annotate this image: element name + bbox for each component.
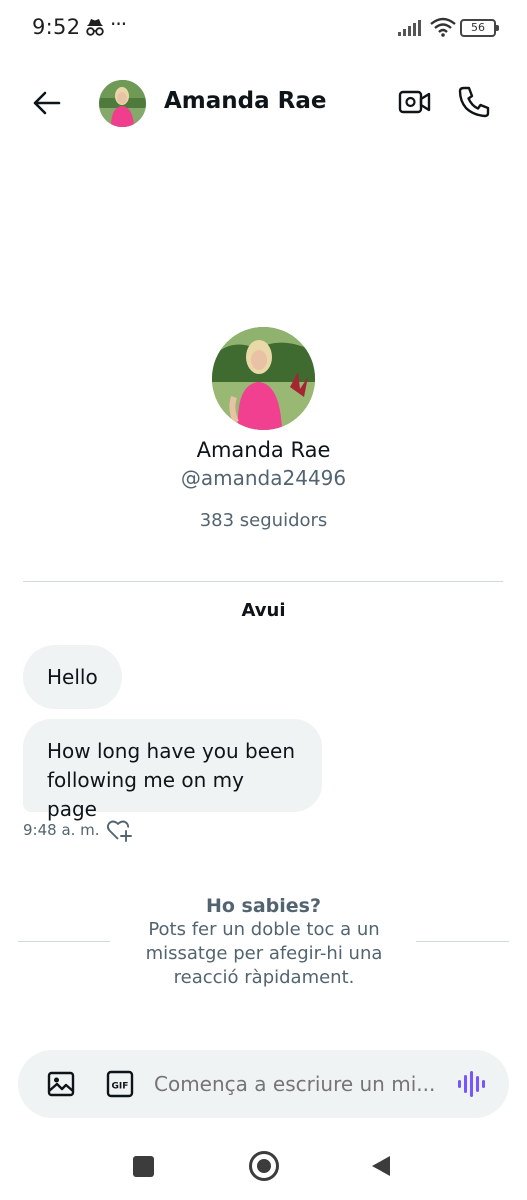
overflow-dots: ··· [110, 12, 127, 36]
status-time: 9:52 [32, 15, 81, 39]
add-reaction-icon[interactable] [106, 818, 132, 842]
message-composer: GIF [18, 1050, 509, 1118]
tip-body: Pots fer un doble toc a un missatge per … [145, 919, 383, 988]
profile-handle: @amanda24496 [180, 466, 347, 490]
signal-icon [398, 20, 421, 36]
divider [23, 581, 503, 582]
system-nav-bar [0, 1132, 527, 1200]
conversation-header: Amanda Rae [0, 70, 527, 136]
message-bubble[interactable]: How long have you been following me on m… [23, 719, 322, 821]
day-label: Avui [241, 600, 286, 621]
tip-title: Ho sabies? [205, 895, 322, 917]
svg-text:GIF: GIF [112, 1082, 129, 1092]
profile-name: Amanda Rae [196, 438, 331, 462]
header-avatar[interactable] [99, 80, 146, 127]
system-back-icon[interactable] [370, 1154, 392, 1178]
profile-followers[interactable]: 383 seguidors [0, 510, 527, 531]
tip-divider-left [18, 941, 110, 942]
recents-icon[interactable] [133, 1156, 154, 1177]
battery-icon: 56 [460, 19, 499, 37]
tip-divider-right [416, 941, 509, 942]
home-icon[interactable] [249, 1151, 279, 1181]
message-input[interactable] [154, 1068, 444, 1100]
profile-avatar[interactable] [212, 327, 315, 430]
header-title[interactable]: Amanda Rae [164, 88, 326, 114]
image-icon[interactable] [46, 1070, 76, 1098]
phone-icon[interactable] [456, 84, 492, 120]
back-arrow-icon[interactable] [30, 86, 64, 120]
voice-icon[interactable] [456, 1070, 486, 1098]
gif-icon[interactable]: GIF [106, 1070, 134, 1098]
message-bubble[interactable]: Hello [23, 645, 122, 709]
message-timestamp: 9:48 a. m. [23, 821, 100, 839]
video-call-icon[interactable] [398, 87, 432, 117]
status-bar: 9:52 ··· 56 [0, 0, 527, 56]
incognito-icon [86, 19, 104, 36]
wifi-icon [430, 17, 456, 37]
